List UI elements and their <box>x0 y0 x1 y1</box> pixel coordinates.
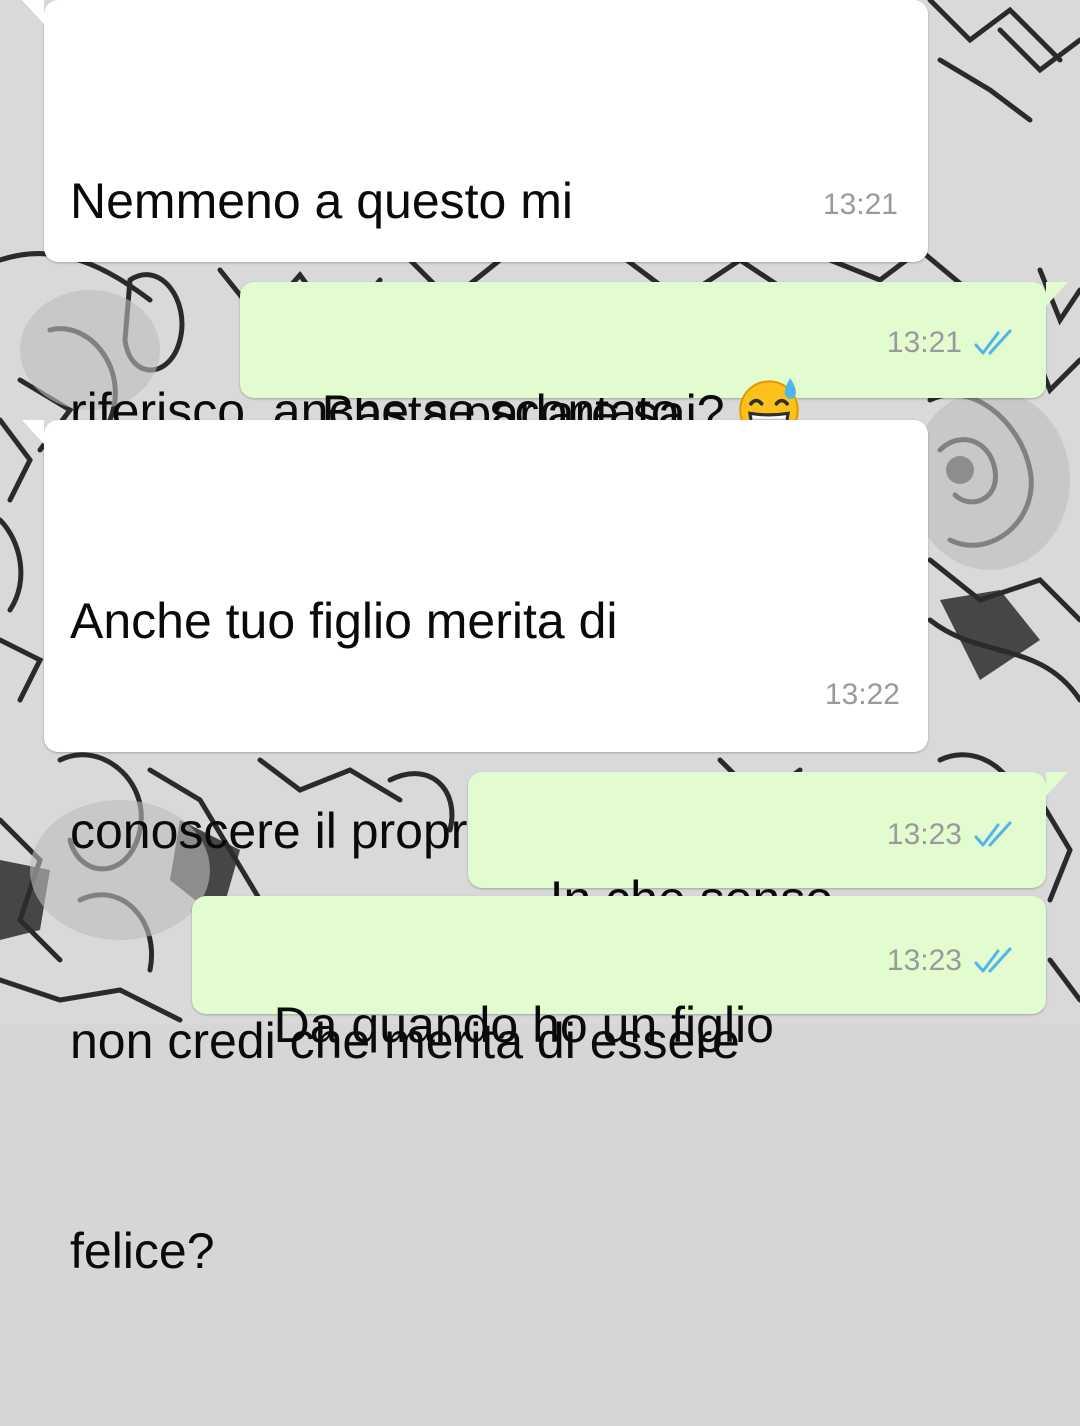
message-meta: 13:21 <box>887 308 1020 378</box>
message-meta: 13:23 <box>887 926 1020 996</box>
message-bubble-incoming[interactable]: Nemmeno a questo mi riferisco, anche se … <box>22 0 928 649</box>
bubble-tail <box>1046 772 1068 796</box>
message-line: Nemmeno a questo mi <box>70 173 574 229</box>
message-timestamp: 13:23 <box>886 944 962 977</box>
double-check-icon <box>974 329 1012 355</box>
bubble-tail <box>22 420 44 444</box>
message-line: Da quando ho un figlio <box>273 997 774 1053</box>
message-line: felice? <box>70 1223 215 1279</box>
message-bubble-outgoing[interactable]: Da quando ho un figlio 13:23 <box>192 896 1046 1053</box>
message-meta: 13:23 <box>887 800 1020 870</box>
message-bubble-incoming[interactable]: Anche tuo figlio merita di conoscere il … <box>22 420 928 1279</box>
message-line: Anche tuo figlio merita di <box>70 593 618 649</box>
double-check-icon <box>974 821 1012 847</box>
message-bubble-outgoing[interactable]: In che senso 13:23 <box>468 772 1068 927</box>
message-bubble-outgoing[interactable]: Basta parlare sai? 13:21 <box>240 282 1068 441</box>
message-timestamp: 13:21 <box>886 326 962 359</box>
message-meta: 13:22 <box>825 660 900 730</box>
bubble-tail <box>1046 282 1068 306</box>
double-check-icon <box>974 947 1012 973</box>
message-timestamp: 13:21 <box>822 188 898 221</box>
message-timestamp: 13:23 <box>886 818 962 851</box>
bubble-tail <box>22 0 44 24</box>
message-timestamp: 13:22 <box>824 678 900 711</box>
message-text: Da quando ho un figlio <box>218 920 774 1130</box>
message-meta: 13:21 <box>823 170 898 240</box>
